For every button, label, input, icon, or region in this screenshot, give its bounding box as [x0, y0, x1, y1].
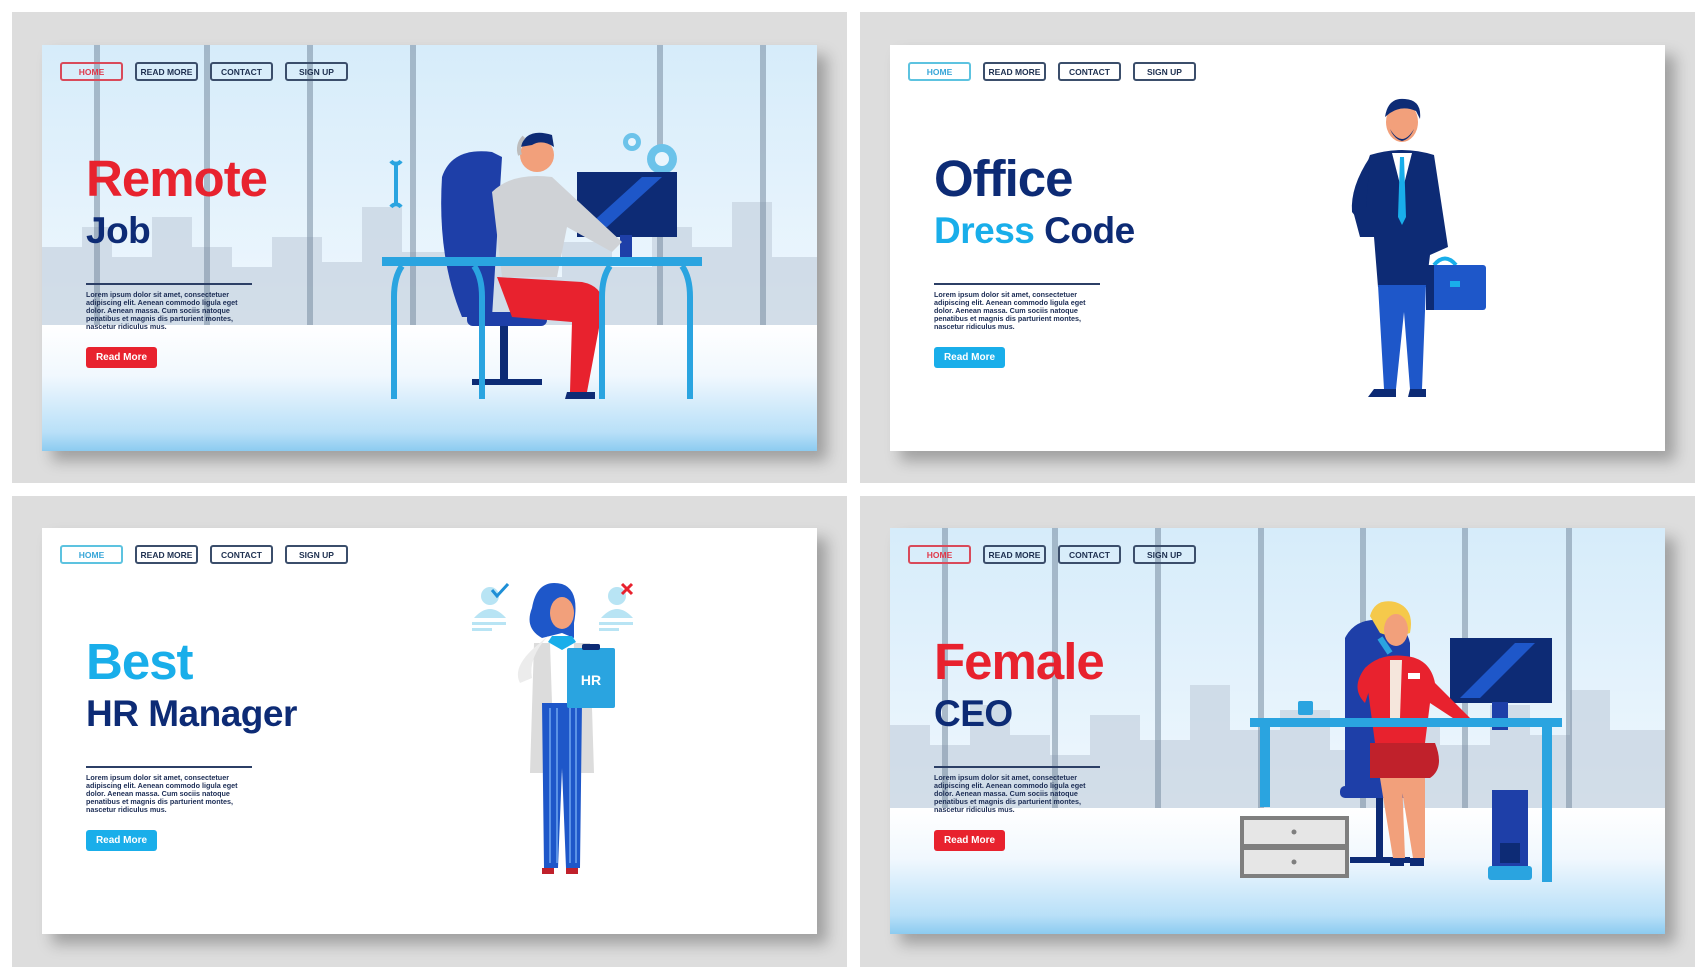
nav-bar: HOME READ MORE CONTACT SIGN UP [908, 62, 1196, 81]
nav-read-more-button[interactable]: READ MORE [135, 62, 198, 81]
female-ceo-illustration [1240, 601, 1562, 882]
landing-card-female-ceo: HOME READ MORE CONTACT SIGN UP Female CE… [890, 528, 1665, 934]
headline-primary: Female [934, 633, 1105, 690]
headline-primary: Remote [86, 150, 268, 207]
window-frame [1155, 528, 1161, 810]
landing-card-office-dress-code: HOME READ MORE CONTACT SIGN UP Office Dr… [890, 45, 1665, 451]
divider [934, 283, 1100, 285]
headline-accent-word: Dress [934, 210, 1035, 251]
read-more-button[interactable]: Read More [934, 347, 1005, 368]
nav-home-button[interactable]: HOME [60, 62, 123, 81]
candidate-approved-icon [472, 582, 510, 631]
headline-secondary: Dress Code [934, 212, 1135, 249]
headline-secondary: CEO [934, 693, 1013, 734]
nav-read-more-button[interactable]: READ MORE [135, 545, 198, 564]
headline-primary: Best [86, 633, 194, 690]
read-more-button[interactable]: Read More [86, 830, 157, 851]
nav-read-more-button[interactable]: READ MORE [983, 62, 1046, 81]
nav-home-button[interactable]: HOME [908, 62, 971, 81]
businessman-illustration [1351, 98, 1486, 397]
gear-icon [623, 133, 677, 174]
divider [86, 766, 252, 768]
headline-word: Code [1044, 210, 1135, 251]
name-badge-icon [1408, 673, 1420, 679]
nav-contact-button[interactable]: CONTACT [1058, 545, 1121, 564]
nav-read-more-button[interactable]: READ MORE [983, 545, 1046, 564]
read-more-button[interactable]: Read More [86, 347, 157, 368]
landing-card-best-hr-manager: HOME READ MORE CONTACT SIGN UP Best HR M… [42, 528, 817, 934]
nav-bar: HOME READ MORE CONTACT SIGN UP [60, 545, 348, 564]
mug-icon [1298, 701, 1313, 715]
body-text: Lorem ipsum dolor sit amet, consectetuer… [934, 773, 1086, 814]
divider [86, 283, 252, 285]
nav-home-button[interactable]: HOME [908, 545, 971, 564]
nav-bar: HOME READ MORE CONTACT SIGN UP [60, 62, 348, 81]
nav-sign-up-button[interactable]: SIGN UP [285, 545, 348, 564]
nav-sign-up-button[interactable]: SIGN UP [1133, 545, 1196, 564]
body-text: Lorem ipsum dolor sit amet, consectetuer… [934, 290, 1086, 331]
divider [934, 766, 1100, 768]
candidate-rejected-icon [599, 582, 634, 631]
body-text: Lorem ipsum dolor sit amet, consectetuer… [86, 773, 238, 814]
wrench-icon [389, 159, 403, 209]
nav-contact-button[interactable]: CONTACT [210, 62, 273, 81]
landing-card-remote-job: HOME READ MORE CONTACT SIGN UP Remote Jo… [42, 45, 817, 451]
headline-secondary: Job [86, 210, 151, 251]
window-frame [307, 45, 313, 327]
nav-sign-up-button[interactable]: SIGN UP [1133, 62, 1196, 81]
body-text: Lorem ipsum dolor sit amet, consectetuer… [86, 290, 238, 331]
nav-bar: HOME READ MORE CONTACT SIGN UP [908, 545, 1196, 564]
headline-primary: Office [934, 150, 1074, 207]
nav-sign-up-button[interactable]: SIGN UP [285, 62, 348, 81]
nav-home-button[interactable]: HOME [60, 545, 123, 564]
read-more-button[interactable]: Read More [934, 830, 1005, 851]
clipboard-label: HR [581, 672, 601, 688]
remote-worker-illustration [382, 132, 702, 399]
nav-contact-button[interactable]: CONTACT [210, 545, 273, 564]
nav-contact-button[interactable]: CONTACT [1058, 62, 1121, 81]
headline-secondary: HR Manager [86, 693, 297, 734]
hr-manager-illustration: HR [472, 582, 634, 874]
